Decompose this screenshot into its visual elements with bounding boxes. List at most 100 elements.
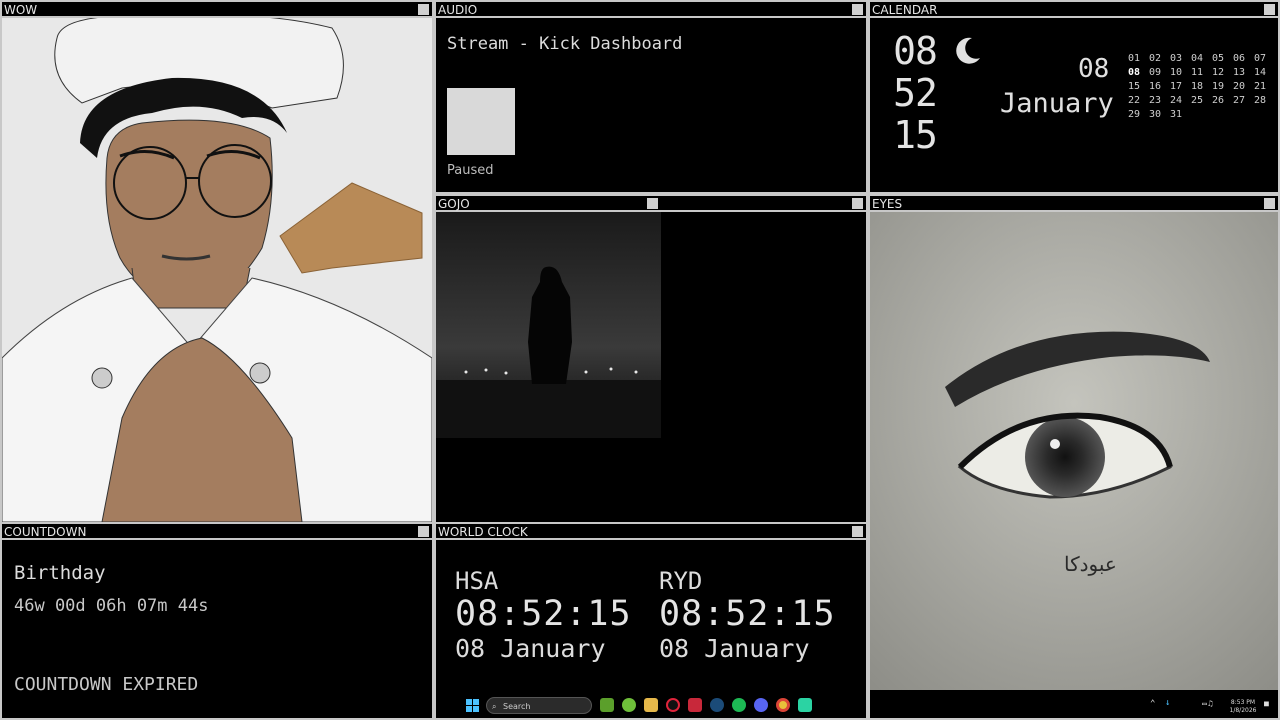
taskbar-date: 1/8/2026 [1229,707,1257,714]
calendar-day-cell[interactable]: 02 [1149,52,1170,66]
audio-titlebar[interactable]: AUDIO [436,2,866,18]
calendar-day-cell[interactable]: 20 [1233,80,1254,94]
search-label: Search [503,702,531,711]
calendar-day-cell[interactable]: 25 [1191,94,1212,108]
calendar-day-cell[interactable]: 14 [1254,66,1275,80]
world-clock-hsa: HSA 08:52:15 08 January [455,568,632,664]
worldclock-panel: WORLD CLOCK HSA 08:52:15 08 January RYD … [434,522,868,720]
wow-titlebar[interactable]: WOW [2,2,432,18]
eyes-title: EYES [872,197,903,211]
countdown-panel: COUNTDOWN Birthday 46w 00d 06h 07m 44s C… [0,522,434,720]
world-clock-date: 08 January [455,634,606,663]
xbox-icon[interactable] [622,698,636,712]
taskbar-clock[interactable]: 8:53 PM 1/8/2026 [1226,699,1260,715]
calendar-day-cell[interactable]: 08 [1128,66,1149,80]
chrome-icon[interactable] [776,698,790,712]
calendar-day-cell[interactable]: 18 [1191,80,1212,94]
countdown-expired-text: COUNTDOWN EXPIRED [14,674,199,695]
album-art[interactable] [447,88,515,155]
night-silhouette-image [436,212,661,438]
gojo-close-button[interactable] [647,198,658,209]
calendar-day-cell[interactable]: 17 [1170,80,1191,94]
calendar-day-cell[interactable]: 27 [1233,94,1254,108]
world-clock-date: 08 January [659,634,810,663]
calendar-month: January [1000,88,1114,119]
calendar-days-grid: 01 02 03 04 05 06 07 08 09 10 11 12 13 14 15 16 17 18 19 20… [1128,52,1275,122]
calendar-day-cell[interactable]: 03 [1170,52,1191,66]
calendar-day-cell[interactable]: 16 [1149,80,1170,94]
calendar-day-cell[interactable]: 04 [1191,52,1212,66]
spotify-icon[interactable] [732,698,746,712]
wow-panel: WOW [0,0,434,524]
monitor-icon[interactable]: ▭ [1202,699,1207,708]
calendar-day-cell[interactable]: 15 [1128,80,1149,94]
chef-illustration [2,14,432,522]
chevron-up-icon[interactable]: ⌃ [1150,699,1155,709]
calendar-day-cell[interactable]: 01 [1128,52,1149,66]
app-red-icon[interactable] [688,698,702,712]
calendar-day-cell[interactable]: 26 [1212,94,1233,108]
calendar-day-cell[interactable]: 06 [1233,52,1254,66]
nvidia-icon[interactable] [600,698,614,712]
calendar-day-cell[interactable]: 23 [1149,94,1170,108]
folder-icon[interactable] [644,698,658,712]
gojo-title: GOJO [438,197,470,211]
chef-drawing-image [2,14,432,522]
taskbar-time: 8:53 PM [1230,699,1256,706]
wow-title: WOW [4,3,38,17]
calendar-day-cell[interactable]: 19 [1212,80,1233,94]
wow-close-button[interactable] [418,4,429,15]
taskbar-search[interactable]: ⌕ Search [486,697,592,714]
clock-hour: 08 [893,29,938,73]
audio-panel: AUDIO Stream - Kick Dashboard Paused [434,0,868,194]
calendar-day-cell[interactable]: 10 [1170,66,1191,80]
moon-icon [956,37,980,64]
world-clock-ryd: RYD 08:52:15 08 January [659,568,836,664]
calendar-day: 08 [1078,54,1110,84]
calendar-day-cell[interactable]: 22 [1128,94,1149,108]
calendar-panel: CALENDAR 08 52 15 08 January 01 02 03 04 05 0… [868,0,1280,194]
discord-icon[interactable] [754,698,768,712]
calendar-day-cell[interactable]: 28 [1254,94,1275,108]
calendar-day-cell[interactable]: 30 [1149,108,1170,122]
calendar-day-cell[interactable]: 05 [1212,52,1233,66]
calendar-day-cell[interactable]: 07 [1254,52,1275,66]
eyes-panel: EYES عبودكا [868,194,1280,720]
audio-title: AUDIO [438,3,478,17]
world-clock-time: 08:52:15 [659,594,836,634]
blank-close-button[interactable] [852,198,863,209]
calendar-day-cell[interactable]: 12 [1212,66,1233,80]
app-green-icon[interactable] [798,698,812,712]
steam-icon[interactable] [710,698,724,712]
calendar-day-cell[interactable]: 11 [1191,66,1212,80]
gojo-lower-area [434,438,663,524]
countdown-event-name: Birthday [14,562,106,584]
countdown-remaining: 46w 00d 06h 07m 44s [14,596,209,616]
playback-status: Paused [447,163,494,178]
calendar-day-cell[interactable]: 13 [1233,66,1254,80]
network-icon[interactable]: ↓ [1165,698,1170,708]
calendar-day-cell[interactable]: 09 [1149,66,1170,80]
world-clock-city: HSA [455,567,499,595]
eyes-close-button[interactable] [1264,198,1275,209]
world-clock-city: RYD [659,567,703,595]
audio-close-button[interactable] [852,4,863,15]
clock-minute: 52 [893,71,938,115]
blank-panel [661,194,868,524]
volume-icon[interactable]: ♫ [1208,699,1213,708]
windows-start-icon[interactable] [466,699,479,712]
calendar-day-cell[interactable]: 24 [1170,94,1191,108]
opera-icon[interactable] [666,698,680,712]
world-clock-time: 08:52:15 [455,594,632,634]
eye-sketch-image [870,212,1278,690]
calendar-day-cell[interactable]: 21 [1254,80,1275,94]
eye-signature: عبودكا [1064,552,1117,576]
notification-icon[interactable]: ■ [1264,699,1269,708]
eyes-titlebar[interactable]: EYES [870,196,1278,212]
blank-titlebar[interactable] [661,196,866,212]
search-icon: ⌕ [492,702,497,711]
calendar-day-cell[interactable]: 29 [1128,108,1149,122]
clock-second: 15 [893,113,938,157]
gojo-titlebar[interactable]: GOJO [436,196,661,212]
calendar-day-cell[interactable]: 31 [1170,108,1191,122]
